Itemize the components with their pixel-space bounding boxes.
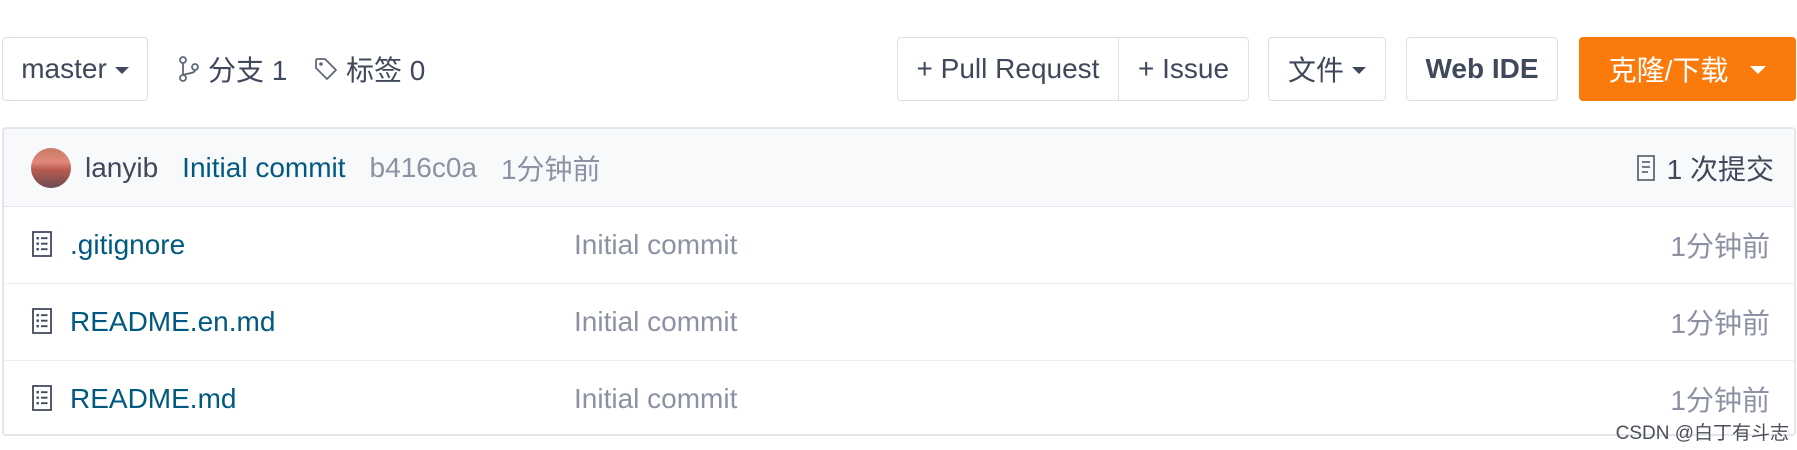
file-name-link[interactable]: README.en.md	[70, 284, 275, 360]
branches-count: 分支 1	[208, 55, 288, 86]
files-menu-button[interactable]: 文件	[1268, 37, 1386, 101]
pr-issue-group: + Pull Request + Issue	[897, 37, 1249, 101]
tags-link[interactable]: 标签 0	[314, 37, 425, 101]
file-text-icon	[32, 385, 52, 411]
chevron-down-icon	[114, 66, 129, 74]
file-commit-link[interactable]: Initial commit	[574, 207, 737, 283]
commit-time: 1分钟前	[500, 153, 601, 185]
chevron-down-icon	[1352, 66, 1366, 74]
repo-toolbar: master 分支 1 标签 0 + Pull Request + Issue …	[0, 37, 1797, 103]
tag-icon	[315, 58, 337, 80]
csdn-watermark: CSDN @白丁有斗志	[1615, 423, 1789, 444]
file-time: 1分钟前	[1670, 231, 1770, 262]
commits-icon	[1636, 154, 1655, 181]
tags-count: 标签 0	[346, 55, 426, 86]
web-ide-button[interactable]: Web IDE	[1406, 37, 1558, 101]
file-text-icon	[32, 231, 52, 257]
file-row: README.md Initial commit 1分钟前	[4, 361, 1794, 434]
file-time: 1分钟前	[1670, 308, 1770, 339]
commit-message-link[interactable]: Initial commit	[182, 152, 345, 184]
file-list-box: lanyib Initial commit b416c0a 1分钟前 1 次提交…	[2, 127, 1796, 436]
clone-download-label: 克隆/下载	[1608, 55, 1729, 86]
file-commit-link[interactable]: Initial commit	[574, 361, 737, 434]
commits-count-label: 1 次提交	[1666, 153, 1774, 185]
branch-select[interactable]: master	[2, 37, 148, 101]
new-issue-button[interactable]: + Issue	[1119, 38, 1248, 100]
latest-commit-bar: lanyib Initial commit b416c0a 1分钟前 1 次提交	[4, 129, 1794, 207]
commits-count-link[interactable]: 1 次提交	[1635, 129, 1774, 206]
file-row: .gitignore Initial commit 1分钟前	[4, 207, 1794, 284]
files-menu-label: 文件	[1287, 55, 1344, 86]
file-text-icon	[32, 308, 52, 334]
commit-sha-link[interactable]: b416c0a	[370, 152, 477, 184]
file-name-link[interactable]: README.md	[70, 361, 236, 434]
avatar[interactable]	[31, 147, 71, 188]
branch-icon	[179, 56, 199, 82]
file-commit-link[interactable]: Initial commit	[574, 284, 737, 360]
branches-link[interactable]: 分支 1	[178, 37, 287, 101]
commit-author[interactable]: lanyib	[85, 152, 158, 184]
chevron-down-icon	[1750, 66, 1767, 74]
new-pull-request-button[interactable]: + Pull Request	[898, 38, 1119, 100]
clone-download-button[interactable]: 克隆/下载	[1579, 37, 1796, 101]
branch-select-label: master	[21, 53, 107, 84]
file-name-link[interactable]: .gitignore	[70, 207, 185, 283]
file-row: README.en.md Initial commit 1分钟前	[4, 284, 1794, 361]
